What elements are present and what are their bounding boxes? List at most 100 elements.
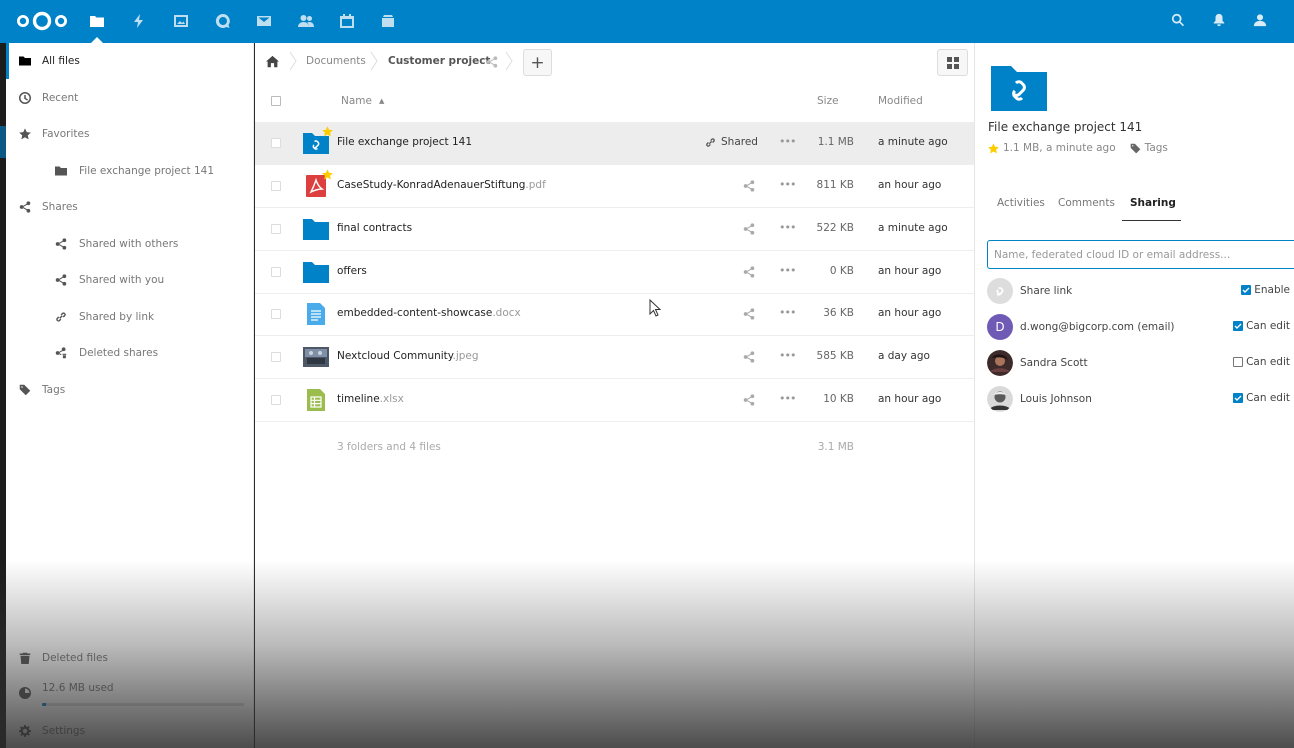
can-edit-toggle[interactable]: Can edit [1233,320,1290,332]
nav-recent[interactable]: Recent [6,80,254,116]
file-row[interactable]: offers ••• 0 KB an hour ago [255,251,974,294]
nav-item-label: Shared by link [79,311,155,323]
breadcrumb-documents[interactable]: Documents [306,55,366,67]
file-name[interactable]: File exchange project 141 [337,136,472,148]
file-row[interactable]: File exchange project 141 Shared ••• 1.1… [255,122,974,165]
share-icon[interactable] [743,223,757,237]
file-name[interactable]: timeline.xlsx [337,393,404,405]
row-checkbox[interactable] [271,267,281,277]
talk-app-icon[interactable] [212,10,234,32]
nextcloud-logo[interactable] [15,10,69,32]
row-checkbox[interactable] [271,181,281,191]
document-file-icon [307,303,325,325]
favorite-star-icon[interactable] [322,169,333,180]
nav-all-files[interactable]: All files [6,43,254,79]
activity-app-icon[interactable] [128,10,150,32]
file-row[interactable]: embedded-content-showcase.docx ••• 36 KB… [255,293,974,336]
tab-sharing[interactable]: Sharing [1130,197,1176,209]
favorite-star-icon[interactable] [988,142,999,154]
mouse-pointer-icon [649,299,661,317]
share-search-input[interactable] [987,240,1294,269]
file-row[interactable]: timeline.xlsx ••• 10 KB an hour ago [255,379,974,422]
file-modified: a day ago [878,350,930,362]
share-icon[interactable] [743,351,757,365]
share-icon [18,200,32,214]
share-recipient-name: Sandra Scott [1020,357,1088,369]
nav-favorite-file-exchange[interactable]: File exchange project 141 [6,153,254,189]
favorite-star-icon[interactable] [322,126,333,137]
nav-shared-by-link[interactable]: Shared by link [6,299,254,335]
notifications-icon[interactable] [1212,13,1228,29]
new-button[interactable]: + [523,49,552,76]
can-edit-toggle[interactable]: Can edit [1233,356,1290,368]
quota-bar [42,703,244,706]
share-icon[interactable] [743,266,757,280]
active-tab-underline [1122,220,1181,221]
permission-label: Can edit [1246,392,1290,404]
files-app-icon[interactable] [86,10,108,32]
file-size: 522 KB [816,222,854,234]
shared-indicator[interactable]: Shared [705,136,758,148]
file-row[interactable]: Nextcloud Community.jpeg ••• 585 KB a da… [255,336,974,379]
nav-quota[interactable]: 12.6 MB used [6,671,254,707]
column-header-modified[interactable]: Modified [878,91,923,111]
nav-settings[interactable]: Settings [6,713,254,748]
mail-app-icon[interactable] [253,10,275,32]
gear-icon [18,724,32,738]
file-row[interactable]: final contracts ••• 522 KB a minute ago [255,208,974,251]
select-all-checkbox[interactable] [271,96,281,106]
tab-comments[interactable]: Comments [1058,197,1115,209]
file-name[interactable]: offers [337,265,367,277]
tab-activities[interactable]: Activities [997,197,1045,209]
share-icon[interactable] [486,56,498,68]
grid-view-toggle[interactable] [937,49,968,76]
breadcrumb-customer-project[interactable]: Customer project [388,55,490,67]
file-name[interactable]: Nextcloud Community.jpeg [337,350,479,362]
share-icon[interactable] [743,180,757,194]
home-icon[interactable] [266,55,279,68]
share-entry: Sandra Scott Can edit [987,348,1290,378]
contacts-menu-icon[interactable] [1253,13,1269,29]
nav-favorites[interactable]: Favorites [6,116,254,152]
trash-icon [18,651,32,665]
file-name[interactable]: CaseStudy-KonradAdenauerStiftung.pdf [337,179,546,191]
nav-shared-with-you[interactable]: Shared with you [6,262,254,298]
nav-item-label: Deleted files [42,652,108,664]
deck-app-icon[interactable] [377,10,399,32]
folder-icon [18,54,32,68]
nav-shares[interactable]: Shares [6,189,254,225]
sidebar-tags-link[interactable]: Tags [1145,142,1168,154]
share-icon[interactable] [743,394,757,408]
file-name[interactable]: final contracts [337,222,412,234]
image-thumbnail [303,347,329,367]
file-name[interactable]: embedded-content-showcase.docx [337,307,521,319]
contacts-app-icon[interactable] [295,10,317,32]
tag-icon[interactable] [1130,143,1141,154]
row-checkbox[interactable] [271,309,281,319]
share-link-enable[interactable]: Enable [1241,284,1290,296]
row-checkbox[interactable] [271,224,281,234]
search-icon[interactable] [1171,13,1187,29]
gallery-app-icon[interactable] [170,10,192,32]
row-checkbox[interactable] [271,395,281,405]
nav-tags[interactable]: Tags [6,372,254,408]
column-header-size[interactable]: Size [817,91,839,111]
calendar-app-icon[interactable] [336,10,358,32]
nav-item-label: Favorites [42,128,90,140]
plus-icon: + [530,52,545,73]
top-header [0,0,1294,43]
row-checkbox[interactable] [271,352,281,362]
link-icon [54,310,68,324]
can-edit-toggle[interactable]: Can edit [1233,392,1290,404]
link-avatar [987,278,1013,304]
share-recipient-name: d.wong@bigcorp.com (email) [1020,321,1175,333]
shared-folder-icon [991,66,1047,111]
file-size: 10 KB [823,393,854,405]
nav-shared-with-others[interactable]: Shared with others [6,226,254,262]
file-row[interactable]: CaseStudy-KonradAdenauerStiftung.pdf •••… [255,165,974,208]
share-icon[interactable] [743,308,757,322]
column-header-name[interactable]: Name ▲ [341,91,384,111]
row-checkbox[interactable] [271,138,281,148]
nav-deleted-shares[interactable]: Deleted shares [6,335,254,371]
folder-icon [54,164,68,178]
